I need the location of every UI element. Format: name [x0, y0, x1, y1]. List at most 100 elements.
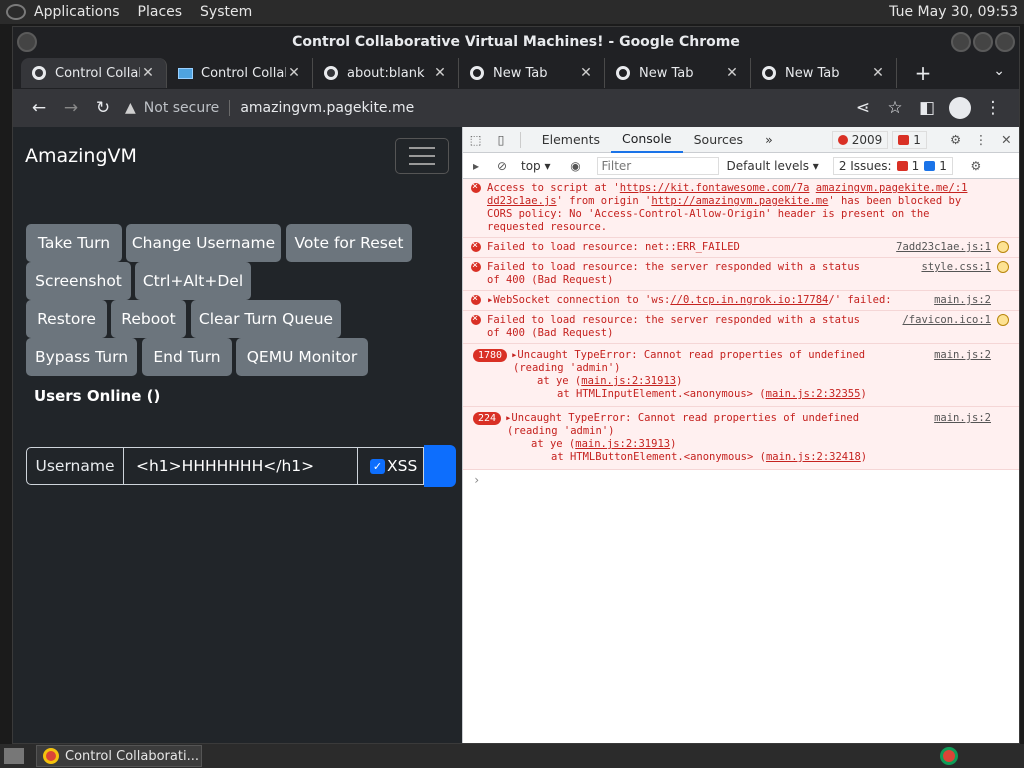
chrome-menu-icon[interactable]: ⋮ [977, 94, 1009, 122]
profile-avatar-icon[interactable] [949, 97, 971, 119]
system-menu[interactable]: System [200, 4, 252, 20]
chat-message-input[interactable]: <h1>HHHHHHH</h1> [124, 447, 358, 485]
clear-turn-queue-button[interactable]: Clear Turn Queue [191, 300, 341, 338]
close-tab-icon[interactable]: ✕ [724, 65, 740, 81]
settings-gear-icon[interactable]: ⚙ [943, 132, 968, 147]
live-expression-eye-icon[interactable]: ◉ [563, 159, 589, 173]
ai-lightbulb-icon[interactable] [997, 314, 1009, 326]
show-desktop-icon[interactable] [4, 748, 24, 764]
vote-for-reset-button[interactable]: Vote for Reset [286, 224, 412, 262]
chrome-icon [615, 65, 631, 81]
reload-icon[interactable]: ↻ [87, 94, 119, 122]
globe-icon [323, 65, 339, 81]
tab-sources[interactable]: Sources [683, 127, 754, 153]
maximize-icon[interactable] [973, 32, 993, 52]
places-menu[interactable]: Places [138, 4, 183, 20]
source-link[interactable]: main.js:2 [934, 412, 991, 425]
change-username-button[interactable]: Change Username [126, 224, 281, 262]
console-error-typeerror-input[interactable]: 1780 ▸Uncaught TypeError: Cannot read pro… [463, 344, 1019, 407]
context-selector[interactable]: top ▾ [521, 159, 551, 173]
error-count-badge[interactable]: 2009 [831, 130, 889, 149]
panel-clock[interactable]: Tue May 30, 09:53 [889, 4, 1018, 20]
console-filter-input[interactable]: Filter [596, 156, 719, 175]
ctrl-alt-del-button[interactable]: Ctrl+Alt+Del [135, 262, 251, 300]
reboot-button[interactable]: Reboot [111, 300, 186, 338]
window-titlebar[interactable]: Control Collaborative Virtual Machines! … [13, 27, 1019, 57]
error-icon [471, 180, 481, 193]
console-error-typeerror-button[interactable]: 224 ▸Uncaught TypeError: Cannot read prop… [463, 407, 1019, 470]
close-devtools-icon[interactable]: ✕ [994, 132, 1019, 147]
not-secure-label[interactable]: Not secure [144, 100, 220, 116]
checkbox-checked-icon[interactable]: ✓ [370, 458, 385, 474]
ai-lightbulb-icon[interactable] [997, 261, 1009, 273]
sidebar-toggle-icon[interactable]: ▸ [463, 159, 489, 173]
tab-control-collab-1[interactable]: Control Collab ✕ [21, 58, 167, 88]
screenshot-button[interactable]: Screenshot [26, 262, 131, 300]
new-tab-plus-icon[interactable]: + [911, 61, 935, 85]
address-bar[interactable]: ▲ Not secure amazingvm.pagekite.me [125, 93, 847, 123]
close-tab-icon[interactable]: ✕ [140, 65, 156, 81]
error-icon [471, 312, 481, 325]
back-arrow-icon[interactable]: ← [23, 94, 55, 122]
navbar-toggler-icon[interactable] [395, 138, 449, 174]
inspect-element-icon[interactable]: ⬚ [463, 132, 488, 147]
tab-new-tab-3[interactable]: New Tab ✕ [751, 58, 897, 88]
xss-toggle[interactable]: ✓ XSS [358, 447, 424, 485]
close-window-icon[interactable] [995, 32, 1015, 52]
qemu-monitor-button[interactable]: QEMU Monitor [236, 338, 368, 376]
tab-console[interactable]: Console [610, 127, 683, 153]
source-link[interactable]: 7add23c1ae.js:1 [896, 241, 991, 254]
console-error-failed[interactable]: Failed to load resource: net::ERR_FAILED… [463, 238, 1019, 258]
devtools-panel: ⬚ ▯ Elements Console Sources » 2009 1 ⚙ … [462, 127, 1019, 743]
tab-new-tab-2[interactable]: New Tab ✕ [605, 58, 751, 88]
issue-error-icon [896, 160, 908, 171]
restore-button[interactable]: Restore [26, 300, 107, 338]
console-error-style[interactable]: Failed to load resource: the server resp… [463, 258, 1019, 291]
share-icon[interactable]: ⋖ [847, 94, 879, 122]
tray-chrome-icon[interactable] [940, 747, 958, 765]
applications-menu[interactable]: Applications [34, 4, 120, 20]
device-toolbar-icon[interactable]: ▯ [488, 132, 513, 147]
send-chat-button[interactable] [424, 445, 456, 487]
devtools-menu-icon[interactable]: ⋮ [968, 132, 993, 147]
source-link[interactable]: main.js:2 [934, 349, 991, 362]
close-tab-icon[interactable]: ✕ [286, 65, 302, 81]
forward-arrow-icon[interactable]: → [55, 94, 87, 122]
more-tabs-chevron-icon[interactable]: » [754, 127, 784, 153]
tab-about-blank[interactable]: about:blank ✕ [313, 58, 459, 88]
source-link[interactable]: main.js:2 [934, 294, 991, 307]
console-error-cors[interactable]: Access to script at 'https://kit.fontawe… [463, 179, 1019, 238]
minimize-icon[interactable] [951, 32, 971, 52]
console-prompt[interactable]: › [463, 470, 1019, 490]
take-turn-button[interactable]: Take Turn [26, 224, 122, 262]
console-error-websocket[interactable]: ▸WebSocket connection to 'ws://0.tcp.in.… [463, 291, 1019, 311]
side-panel-icon[interactable]: ◧ [911, 94, 943, 122]
tab-control-collab-2[interactable]: Control Collab ✕ [167, 58, 313, 88]
taskbar-chrome-window[interactable]: Control Collaborati... [36, 745, 202, 767]
log-levels-dropdown[interactable]: Default levels ▾ [727, 159, 819, 173]
clear-console-icon[interactable]: ⊘ [489, 159, 515, 173]
page-viewport: AmazingVM Take Turn Change Username Vote… [13, 127, 462, 743]
issues-badge[interactable]: 2 Issues: 1 1 [832, 156, 953, 175]
tab-elements[interactable]: Elements [531, 127, 611, 153]
url-text[interactable]: amazingvm.pagekite.me [240, 100, 414, 116]
console-settings-gear-icon[interactable]: ⚙ [963, 159, 989, 173]
window-menu-icon[interactable] [17, 32, 37, 52]
tab-new-tab-1[interactable]: New Tab ✕ [459, 58, 605, 88]
warning-count-badge[interactable]: 1 [892, 130, 927, 149]
source-link[interactable]: style.css:1 [921, 261, 991, 274]
bypass-turn-button[interactable]: Bypass Turn [26, 338, 137, 376]
close-tab-icon[interactable]: ✕ [870, 65, 886, 81]
end-turn-button[interactable]: End Turn [142, 338, 232, 376]
console-error-favicon[interactable]: Failed to load resource: the server resp… [463, 311, 1019, 344]
warning-triangle-icon[interactable]: ▲ [125, 100, 136, 116]
bookmark-star-icon[interactable]: ☆ [879, 94, 911, 122]
tab-search-chevron-icon[interactable]: ⌄ [993, 63, 1005, 79]
navbar-brand[interactable]: AmazingVM [25, 145, 137, 167]
username-label[interactable]: Username [26, 447, 124, 485]
close-tab-icon[interactable]: ✕ [432, 65, 448, 81]
ai-lightbulb-icon[interactable] [997, 241, 1009, 253]
desktop-logo-icon[interactable] [6, 4, 26, 20]
close-tab-icon[interactable]: ✕ [578, 65, 594, 81]
source-link[interactable]: /favicon.ico:1 [902, 314, 991, 327]
